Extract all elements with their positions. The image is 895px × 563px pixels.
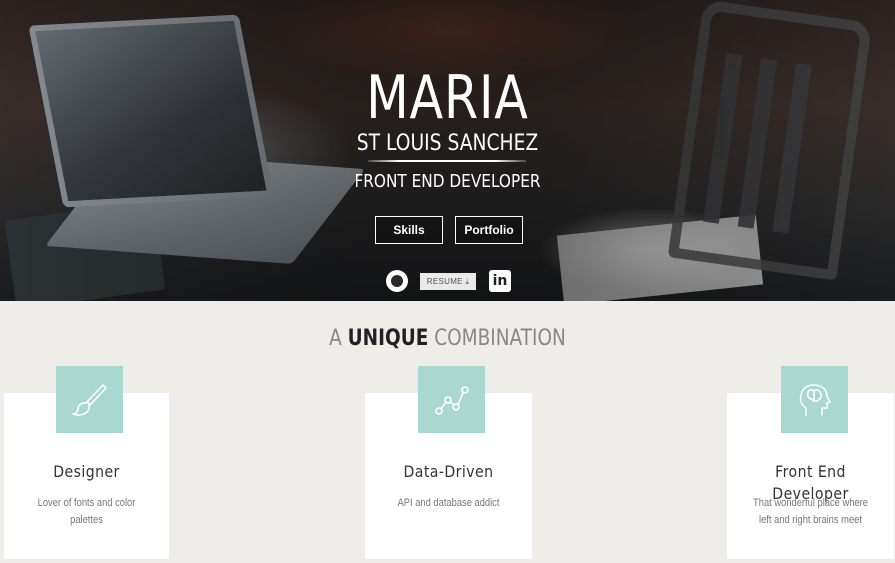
card-title: Designer [53, 462, 120, 481]
portfolio-button[interactable]: Portfolio [455, 216, 523, 244]
section-title-suffix: COMBINATION [428, 326, 566, 351]
head-brain-icon [781, 366, 848, 433]
hero-banner: MARIA ST LOUIS SANCHEZ FRONT END DEVELOP… [0, 0, 895, 301]
card-description: API and database addict [397, 497, 500, 509]
hero-last-name: ST LOUIS SANCHEZ [356, 131, 539, 156]
resume-button[interactable]: RESUME ⤓ [420, 273, 476, 290]
resume-label: RESUME [426, 277, 463, 286]
skills-button[interactable]: Skills [375, 216, 443, 244]
hero-divider [368, 160, 526, 162]
section-title: A UNIQUE COMBINATION [72, 324, 824, 354]
paintbrush-icon [56, 366, 123, 433]
download-icon: ⤓ [465, 277, 470, 286]
section-title-strong: UNIQUE [347, 326, 429, 351]
card-title: Data-Driven [403, 462, 494, 481]
line-chart-icon [418, 366, 485, 433]
hero-content: MARIA ST LOUIS SANCHEZ FRONT END DEVELOP… [0, 0, 895, 301]
card-description: Lover of fonts and color palettes [37, 497, 136, 526]
linkedin-icon[interactable]: in [489, 270, 511, 292]
github-icon[interactable] [386, 270, 408, 292]
card-description: That wonderful place where left and righ… [753, 497, 868, 526]
section-title-prefix: A [329, 326, 348, 351]
hero-role: FRONT END DEVELOPER [354, 171, 541, 192]
hero-first-name: MARIA [366, 63, 529, 133]
